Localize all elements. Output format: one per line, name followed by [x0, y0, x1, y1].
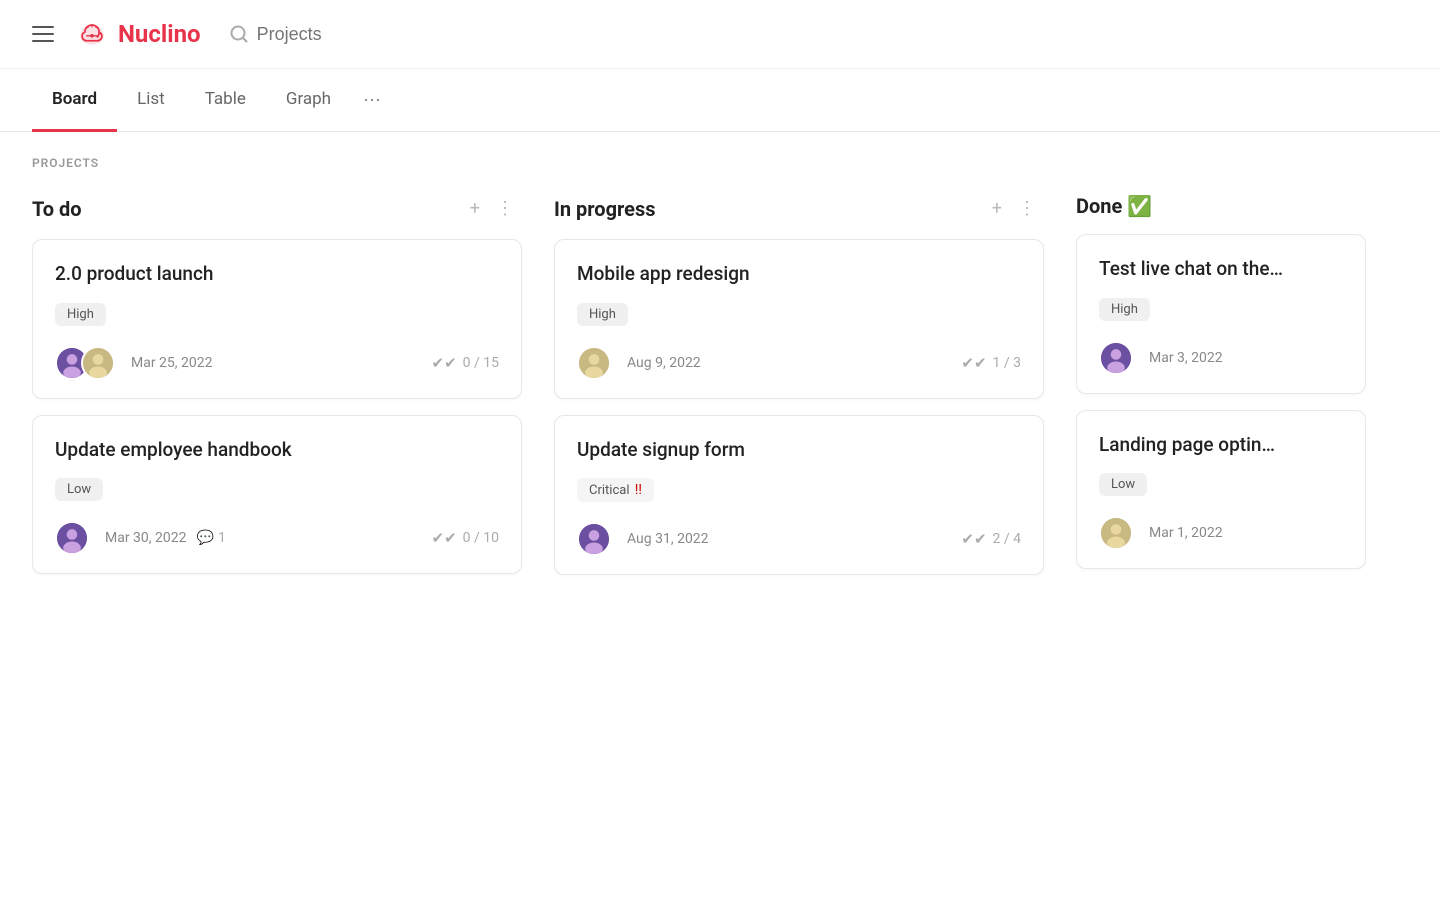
card-badge: High: [577, 303, 628, 326]
content-area: PROJECTS To do + ⋮ 2.0 product launch Hi…: [0, 132, 1440, 615]
section-label: PROJECTS: [32, 156, 1408, 170]
column-done: Done ✅ Test live chat on the… High Mar 3…: [1076, 194, 1366, 591]
comment-count: 1: [218, 530, 226, 546]
card-footer: Mar 1, 2022: [1099, 516, 1343, 550]
column-title-todo: To do: [32, 197, 462, 221]
card-test-live-chat[interactable]: Test live chat on the… High Mar 3, 2022: [1076, 234, 1366, 394]
card-badge: Low: [1099, 473, 1147, 496]
check-count: 1 / 3: [993, 355, 1021, 371]
logo[interactable]: Nuclino: [74, 16, 201, 52]
card-title: Update employee handbook: [55, 438, 499, 463]
card-product-launch[interactable]: 2.0 product launch High Mar 25, 2022 ✔✔: [32, 239, 522, 399]
card-checks: ✔✔ 0 / 15: [432, 354, 499, 372]
tab-graph[interactable]: Graph: [266, 69, 351, 132]
avatar: [577, 346, 611, 380]
tab-more-button[interactable]: ⋯: [351, 70, 393, 131]
check-count: 0 / 15: [463, 355, 499, 371]
avatar: [577, 522, 611, 556]
card-footer: Aug 9, 2022 ✔✔ 1 / 3: [577, 346, 1021, 380]
check-icon: ✔✔: [432, 529, 457, 547]
card-date: Mar 1, 2022: [1149, 525, 1223, 541]
avatars: [1099, 341, 1125, 375]
done-emoji: ✅: [1127, 194, 1152, 218]
avatars: [55, 346, 107, 380]
check-count: 2 / 4: [993, 531, 1021, 547]
column-menu-todo[interactable]: ⋮: [488, 194, 522, 223]
comment-icon: 💬: [197, 530, 214, 546]
check-icon: ✔✔: [961, 354, 986, 372]
tab-table[interactable]: Table: [185, 69, 266, 132]
hamburger-menu[interactable]: [32, 26, 54, 42]
check-count: 0 / 10: [463, 530, 499, 546]
card-checks: ✔✔ 0 / 10: [432, 529, 499, 547]
avatar: [55, 521, 89, 555]
column-header-inprogress: In progress + ⋮: [554, 194, 1044, 223]
card-date: Mar 30, 2022: [105, 530, 187, 546]
column-header-todo: To do + ⋮: [32, 194, 522, 223]
column-title-done: Done ✅: [1076, 194, 1366, 218]
critical-icon: ‼: [635, 482, 642, 498]
card-comment: 💬 1: [197, 530, 226, 546]
column-add-todo[interactable]: +: [462, 194, 488, 223]
search-icon: [229, 24, 249, 44]
tabs-bar: Board List Table Graph ⋯: [0, 69, 1440, 132]
card-date: Aug 31, 2022: [627, 531, 709, 547]
board: To do + ⋮ 2.0 product launch High: [32, 194, 1408, 591]
search-bar[interactable]: [229, 24, 457, 45]
card-footer: Mar 3, 2022: [1099, 341, 1343, 375]
card-badge: High: [55, 303, 106, 326]
card-title: 2.0 product launch: [55, 262, 499, 287]
tab-board[interactable]: Board: [32, 69, 117, 132]
card-footer: Aug 31, 2022 ✔✔ 2 / 4: [577, 522, 1021, 556]
card-mobile-redesign[interactable]: Mobile app redesign High Aug 9, 2022 ✔✔ …: [554, 239, 1044, 399]
column-todo: To do + ⋮ 2.0 product launch High: [32, 194, 522, 591]
card-signup-form[interactable]: Update signup form Critical ‼ Aug 31, 20…: [554, 415, 1044, 576]
card-footer: Mar 25, 2022 ✔✔ 0 / 15: [55, 346, 499, 380]
card-title: Test live chat on the…: [1099, 257, 1343, 282]
avatar: [81, 346, 115, 380]
card-badge: High: [1099, 298, 1150, 321]
card-badge: Low: [55, 478, 103, 501]
column-add-inprogress[interactable]: +: [984, 194, 1010, 223]
card-checks: ✔✔ 1 / 3: [961, 354, 1021, 372]
check-icon: ✔✔: [432, 354, 457, 372]
header: Nuclino: [0, 0, 1440, 69]
card-badge: Critical ‼: [577, 478, 654, 502]
card-title: Landing page optin…: [1099, 433, 1343, 458]
avatars: [1099, 516, 1125, 550]
card-title: Mobile app redesign: [577, 262, 1021, 287]
check-icon: ✔✔: [961, 530, 986, 548]
tab-list[interactable]: List: [117, 69, 185, 132]
column-menu-inprogress[interactable]: ⋮: [1010, 194, 1044, 223]
search-input[interactable]: [257, 24, 457, 45]
column-inprogress: In progress + ⋮ Mobile app redesign High…: [554, 194, 1044, 591]
card-footer: Mar 30, 2022 💬 1 ✔✔ 0 / 10: [55, 521, 499, 555]
card-date: Mar 3, 2022: [1149, 350, 1223, 366]
card-date: Aug 9, 2022: [627, 355, 701, 371]
avatars: [577, 522, 603, 556]
card-title: Update signup form: [577, 438, 1021, 463]
avatar: [1099, 516, 1133, 550]
card-landing-page[interactable]: Landing page optin… Low Mar 1, 2022: [1076, 410, 1366, 570]
column-header-done: Done ✅: [1076, 194, 1366, 218]
card-date: Mar 25, 2022: [131, 355, 213, 371]
logo-text: Nuclino: [118, 20, 201, 48]
avatar: [1099, 341, 1133, 375]
avatars: [577, 346, 603, 380]
card-employee-handbook[interactable]: Update employee handbook Low Mar 30, 202…: [32, 415, 522, 575]
avatars: [55, 521, 81, 555]
card-checks: ✔✔ 2 / 4: [961, 530, 1021, 548]
brain-icon: [74, 16, 110, 52]
column-title-inprogress: In progress: [554, 197, 984, 221]
